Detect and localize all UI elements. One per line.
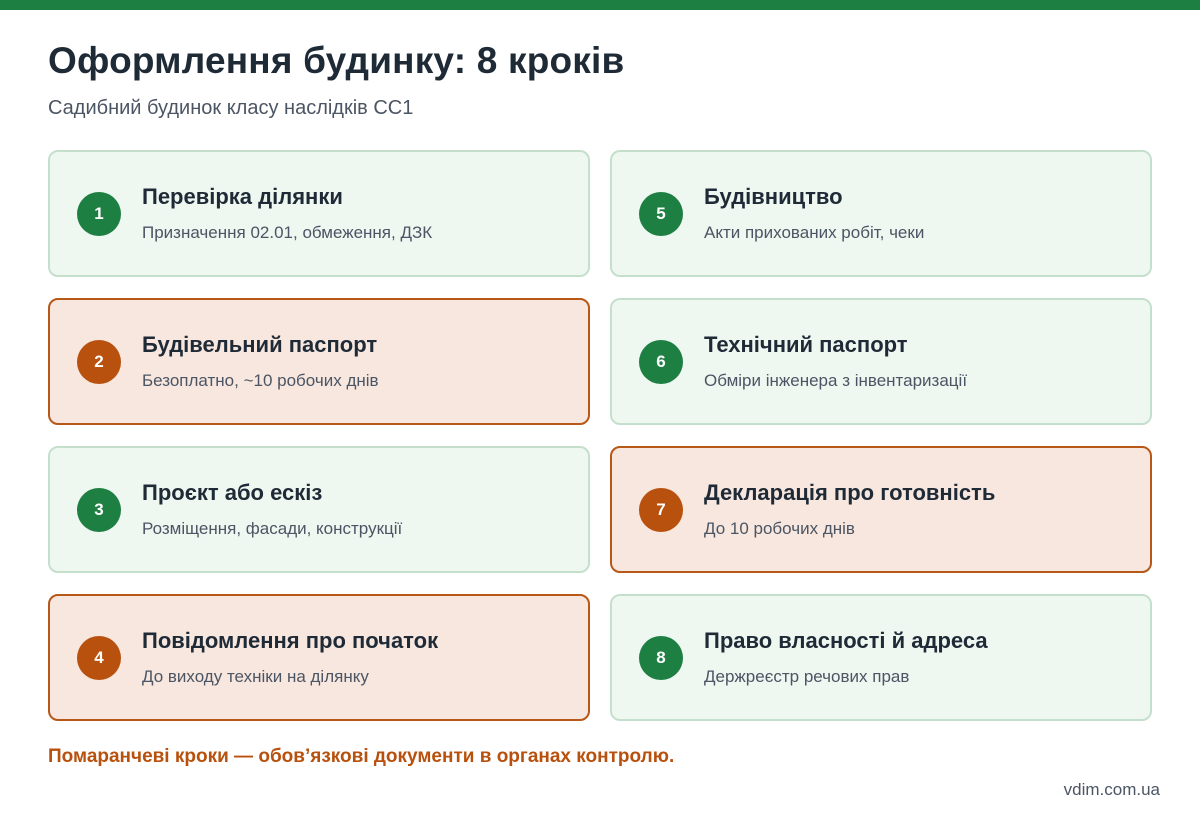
step-title: Будівництво [704, 184, 843, 209]
step-card-2: 2 Будівельний паспорт Безоплатно, ~10 ро… [48, 298, 590, 425]
step-description: До виходу техніки на ділянку [142, 667, 369, 686]
step-description: До 10 робочих днів [704, 519, 855, 538]
step-title: Перевірка ділянки [142, 184, 343, 209]
step-number-badge: 1 [77, 191, 121, 236]
step-card-6: 6 Технічний паспорт Обміри інженера з ін… [610, 298, 1152, 425]
step-number-badge: 7 [639, 487, 683, 532]
legend-note: Помаранчеві кроки — обов’язкові документ… [48, 746, 675, 767]
step-card-8: 8 Право власності й адреса Держреєстр ре… [610, 594, 1152, 721]
page-subtitle: Садибний будинок класу наслідків СС1 [48, 97, 414, 119]
step-card-1: 1 Перевірка ділянки Призначення 02.01, о… [48, 150, 590, 277]
step-number-badge: 4 [77, 635, 121, 680]
step-card-3: 3 Проєкт або ескіз Розміщення, фасади, к… [48, 446, 590, 573]
step-title: Проєкт або ескіз [142, 480, 323, 505]
top-accent-bar [0, 0, 1200, 10]
step-card-4: 4 Повідомлення про початок До виходу тех… [48, 594, 590, 721]
step-number-badge: 2 [77, 339, 121, 384]
step-description: Безоплатно, ~10 робочих днів [142, 371, 379, 390]
step-description: Держреєстр речових прав [704, 667, 910, 686]
step-card-5: 5 Будівництво Акти прихованих робіт, чек… [610, 150, 1152, 277]
step-title: Право власності й адреса [704, 628, 988, 653]
step-title: Повідомлення про початок [142, 628, 439, 653]
site-link[interactable]: vdim.com.ua [1064, 780, 1160, 800]
step-description: Призначення 02.01, обмеження, ДЗК [142, 223, 433, 242]
step-description: Акти прихованих робіт, чеки [704, 223, 925, 242]
step-card-7: 7 Декларація про готовність До 10 робочи… [610, 446, 1152, 573]
step-number-badge: 8 [639, 635, 683, 680]
page-title: Оформлення будинку: 8 кроків [48, 40, 625, 81]
step-description: Розміщення, фасади, конструкції [142, 519, 403, 538]
step-number-badge: 5 [639, 191, 683, 236]
step-title: Декларація про готовність [704, 480, 996, 505]
step-title: Будівельний паспорт [142, 332, 378, 357]
step-description: Обміри інженера з інвентаризації [704, 371, 968, 390]
step-title: Технічний паспорт [704, 332, 908, 357]
step-number-badge: 3 [77, 487, 121, 532]
steps-grid: 1 Перевірка ділянки Призначення 02.01, о… [48, 150, 1152, 721]
step-number-badge: 6 [639, 339, 683, 384]
